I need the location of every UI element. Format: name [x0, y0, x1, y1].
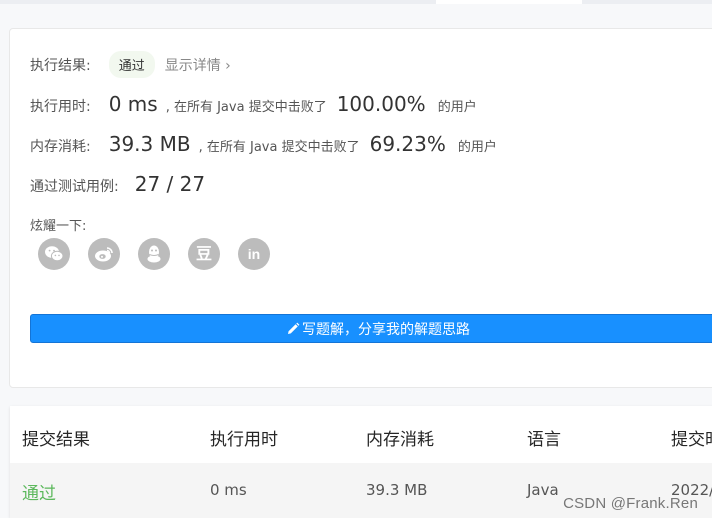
top-tab-bar	[0, 0, 712, 4]
table-header: 提交结果 执行用时 内存消耗 语言 提交时	[10, 406, 712, 464]
watermark: CSDN @Frank.Ren	[563, 495, 698, 512]
weibo-icon[interactable]	[88, 238, 120, 270]
pencil-icon	[286, 322, 300, 336]
douban-glyph: 豆	[195, 244, 212, 263]
runtime-row: 执行用时: 0 ms , 在所有 Java 提交中击败了 100.00% 的用户	[30, 92, 477, 116]
memory-percent: 69.23%	[369, 132, 446, 156]
submission-status-link[interactable]: 通过	[22, 479, 56, 504]
submission-memory: 39.3 MB	[366, 481, 428, 499]
tests-value: 27 / 27	[134, 172, 206, 196]
runtime-beat-text: , 在所有 Java 提交中击败了	[165, 100, 327, 115]
submission-runtime: 0 ms	[210, 481, 247, 499]
linkedin-glyph: in	[247, 246, 261, 262]
tests-row: 通过测试用例: 27 / 27	[30, 172, 205, 196]
douban-icon[interactable]: 豆	[188, 238, 220, 270]
memory-row: 内存消耗: 39.3 MB , 在所有 Java 提交中击败了 69.23% 的…	[30, 132, 497, 156]
result-label: 执行结果:	[30, 57, 91, 74]
status-badge: 通过	[108, 51, 155, 78]
memory-beat-text: , 在所有 Java 提交中击败了	[198, 140, 360, 155]
show-details-link[interactable]: 显示详情 ›	[165, 55, 231, 75]
share-icons: 豆 in	[38, 238, 270, 270]
column-header: 提交结果	[22, 430, 90, 450]
memory-label: 内存消耗:	[30, 139, 91, 155]
submission-language: Java	[527, 481, 559, 499]
runtime-label: 执行用时:	[30, 99, 91, 115]
share-label: 炫耀一下:	[30, 219, 87, 234]
column-header: 语言	[527, 430, 561, 450]
runtime-suffix: 的用户	[437, 100, 477, 115]
memory-suffix: 的用户	[457, 140, 497, 155]
write-solution-button[interactable]: 写题解，分享我的解题思路	[30, 314, 712, 343]
runtime-value: 0 ms	[108, 92, 158, 116]
column-header: 内存消耗	[366, 430, 434, 450]
runtime-percent: 100.00%	[336, 92, 426, 116]
result-card: 执行结果: 通过 显示详情 › 执行用时: 0 ms , 在所有 Java 提交…	[9, 28, 712, 388]
active-tab-indicator	[436, 0, 582, 4]
column-header: 执行用时	[210, 430, 278, 450]
wechat-icon[interactable]	[38, 238, 70, 270]
column-header: 提交时	[671, 430, 712, 450]
linkedin-icon[interactable]: in	[238, 238, 270, 270]
memory-value: 39.3 MB	[108, 132, 191, 156]
result-row: 执行结果: 通过 显示详情 ›	[30, 51, 231, 78]
tests-label: 通过测试用例:	[30, 179, 119, 195]
write-solution-label: 写题解，分享我的解题思路	[302, 321, 470, 338]
qq-icon[interactable]	[138, 238, 170, 270]
